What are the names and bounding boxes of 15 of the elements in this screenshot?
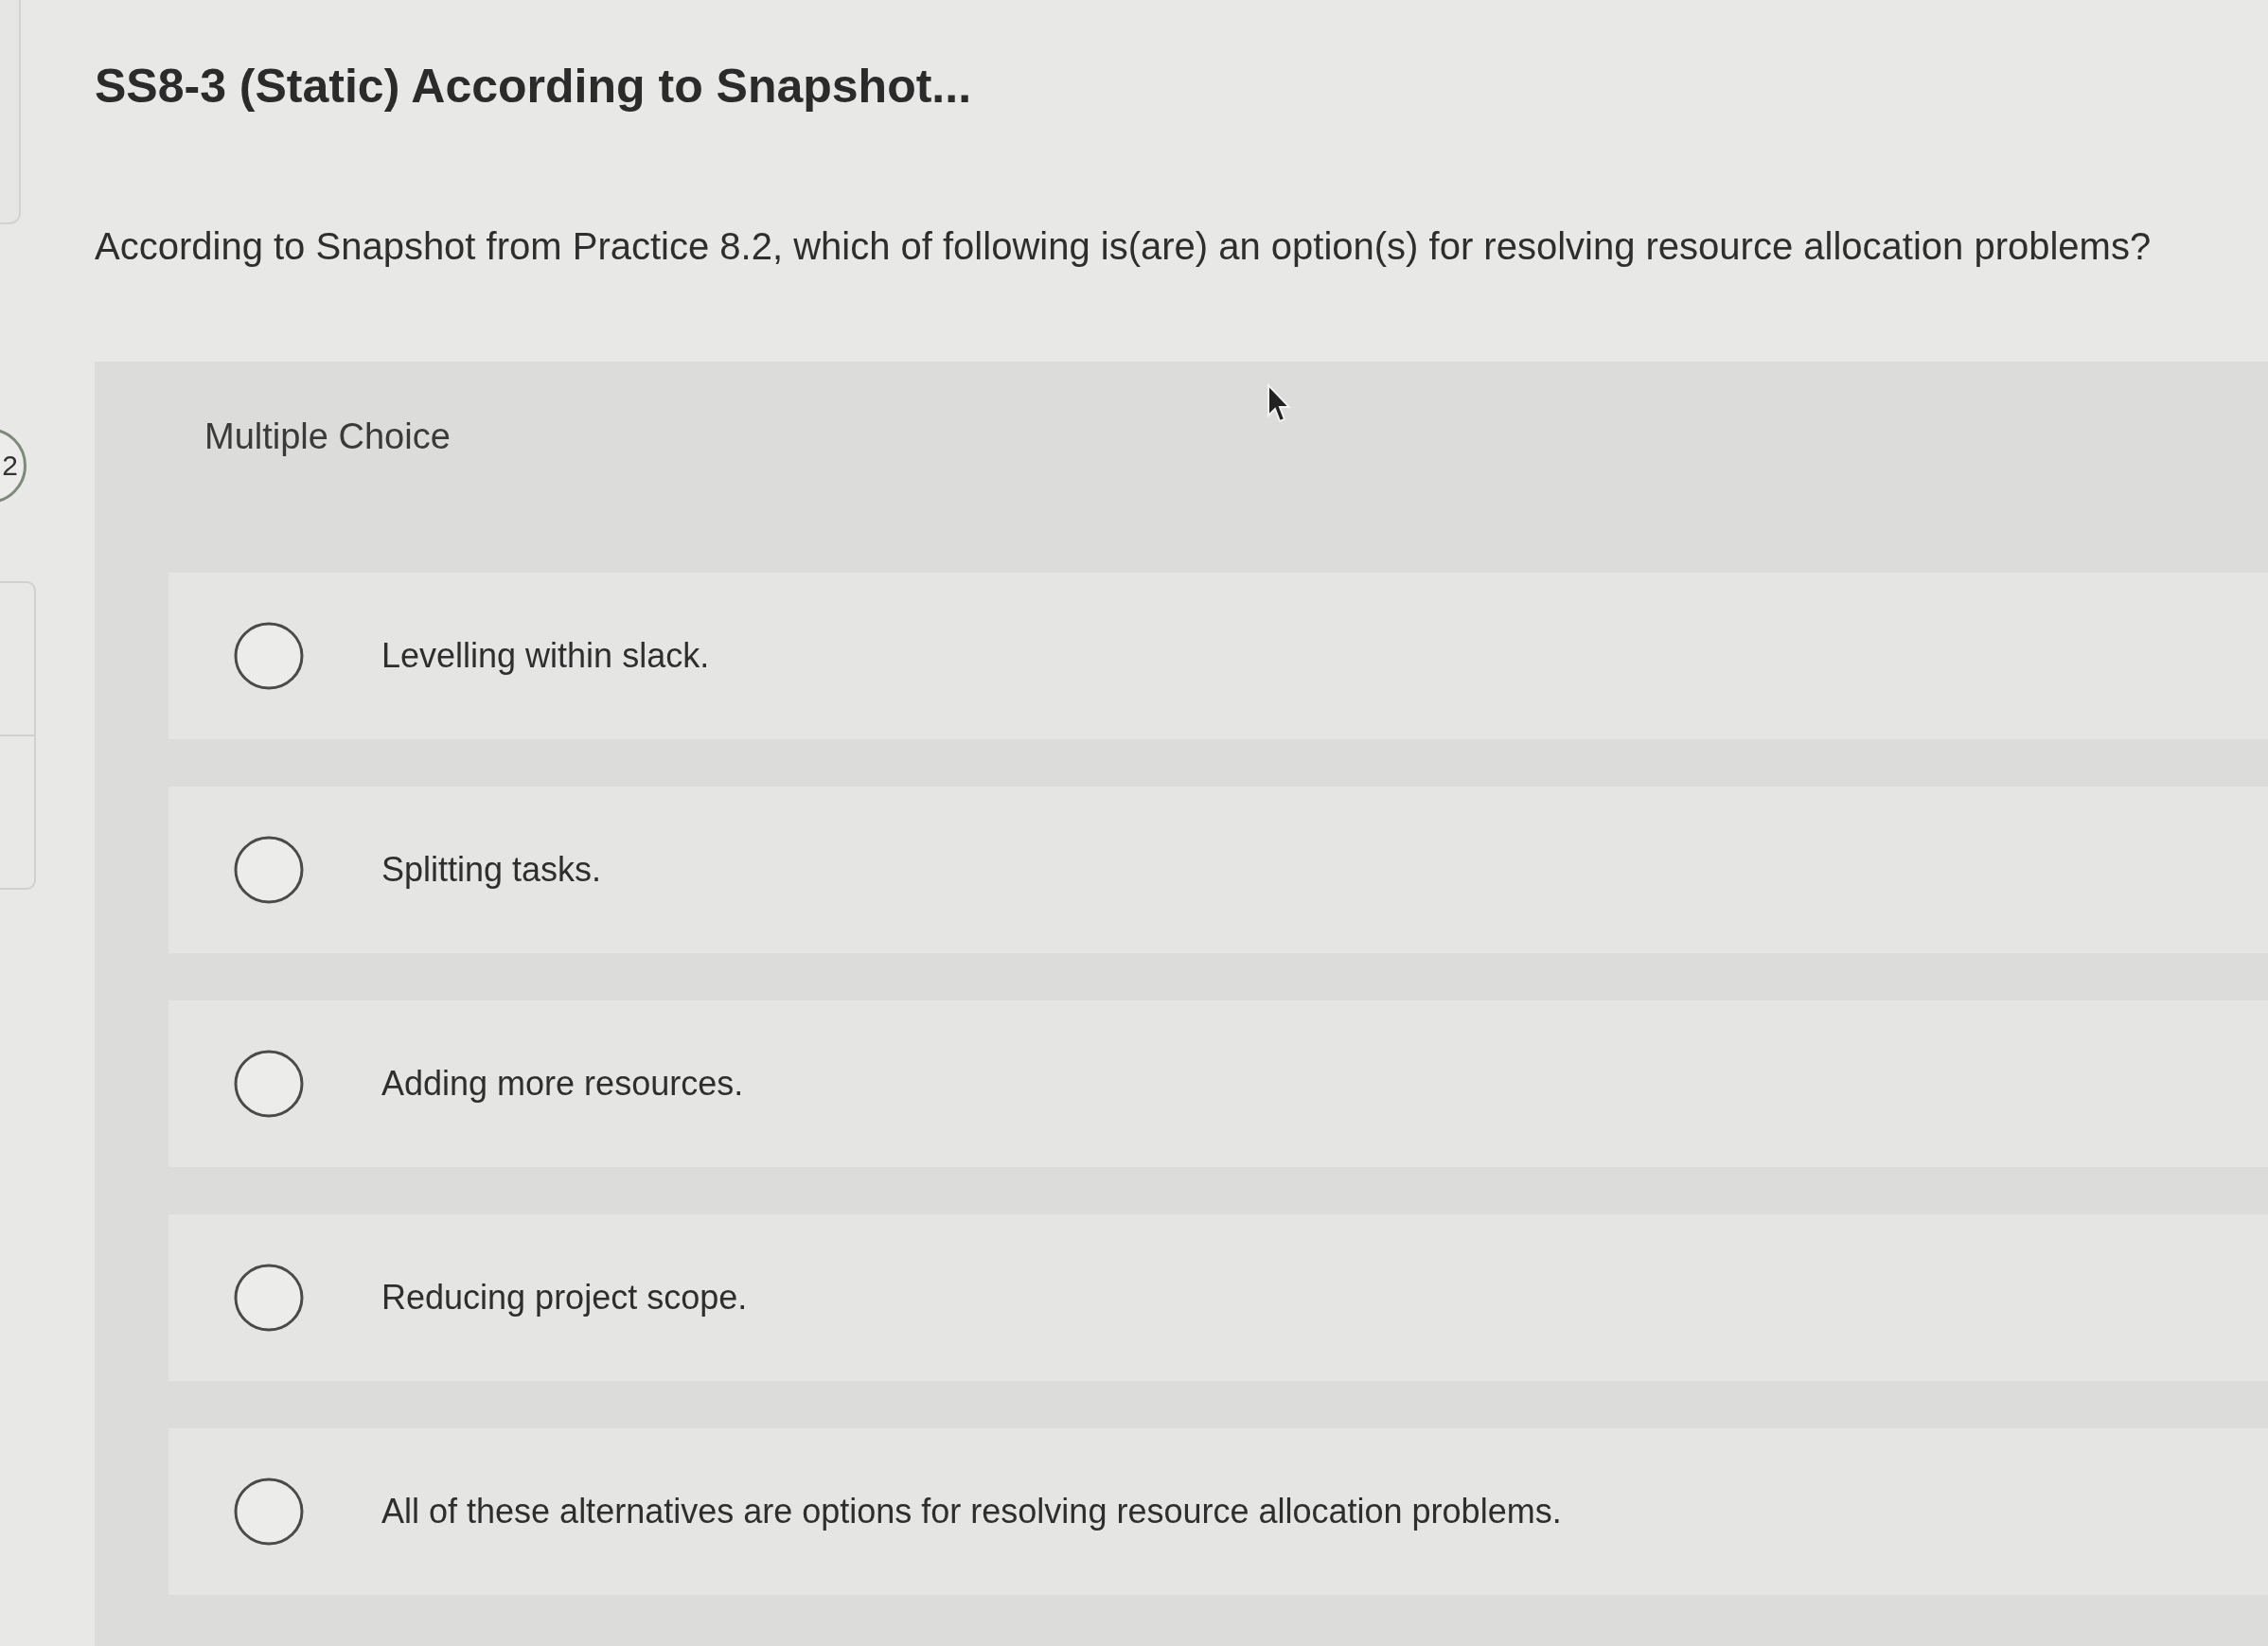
radio-button[interactable] <box>234 621 304 690</box>
option-text: Levelling within slack. <box>381 635 710 676</box>
mouse-pointer-icon <box>1267 383 1291 425</box>
question-prompt: According to Snapshot from Practice 8.2, which of following is(are) an option(s) for resolving resource allocation problems? <box>95 223 2152 268</box>
radio-button[interactable] <box>234 1263 304 1332</box>
question-title: SS8-3 (Static) According to Snapshot... <box>95 60 972 115</box>
radio-button[interactable] <box>234 1049 304 1118</box>
option-text: Splitting tasks. <box>381 849 602 890</box>
option-text: Reducing project scope. <box>381 1277 748 1318</box>
radio-button[interactable] <box>234 835 304 904</box>
option-text: Adding more resources. <box>381 1063 744 1104</box>
radio-button[interactable] <box>234 1477 304 1546</box>
question-number-badge[interactable]: 2 <box>0 428 27 504</box>
option-text: All of these alternatives are options for resolving resource allocation problems. <box>381 1491 1562 1531</box>
question-type-label: Multiple Choice <box>204 416 451 457</box>
